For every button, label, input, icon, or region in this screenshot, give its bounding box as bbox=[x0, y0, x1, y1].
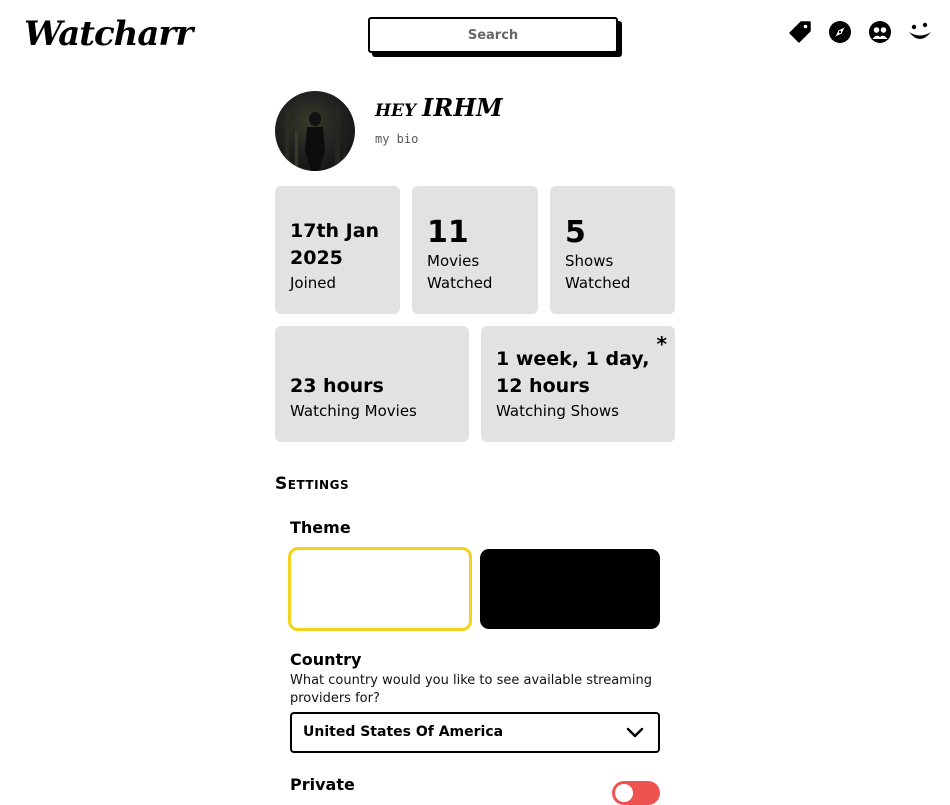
search-input[interactable] bbox=[368, 17, 618, 53]
theme-option-dark[interactable] bbox=[480, 549, 660, 629]
show-time-label: Watching Shows bbox=[496, 402, 619, 420]
toggle-knob bbox=[615, 784, 633, 802]
tag-icon[interactable] bbox=[788, 20, 812, 44]
shows-count: 5 bbox=[565, 215, 586, 250]
private-label: Private bbox=[290, 775, 355, 794]
avatar[interactable] bbox=[275, 91, 355, 171]
country-description: What country would you like to see avail… bbox=[290, 673, 652, 706]
theme-option-light[interactable] bbox=[288, 547, 472, 631]
greeting-prefix: HEY bbox=[375, 101, 417, 121]
joined-label: Joined bbox=[290, 274, 337, 292]
theme-label: Theme bbox=[290, 518, 351, 537]
private-toggle[interactable] bbox=[612, 781, 660, 805]
stat-card-movie-time: 23 hours Watching Movies bbox=[275, 326, 469, 442]
user-bio: my bio bbox=[375, 132, 419, 146]
face-icon[interactable] bbox=[908, 20, 932, 44]
shows-label: Shows Watched bbox=[565, 252, 631, 292]
username: IRHM bbox=[422, 93, 503, 122]
settings-heading: Settings bbox=[275, 474, 350, 494]
app-logo[interactable]: Watcharr bbox=[24, 12, 193, 56]
stat-card-movies: 11 Movies Watched bbox=[412, 186, 538, 314]
greeting: HEY IRHM bbox=[375, 93, 503, 122]
movie-time-label: Watching Movies bbox=[290, 402, 417, 420]
compass-icon[interactable] bbox=[828, 20, 852, 44]
header-nav bbox=[788, 20, 932, 44]
joined-date: 17th Jan 2025 bbox=[290, 220, 380, 269]
country-select-value: United States Of America bbox=[303, 724, 504, 740]
movies-count: 11 bbox=[427, 215, 469, 250]
avatar-image bbox=[285, 106, 346, 171]
country-select[interactable]: United States Of America bbox=[290, 712, 660, 753]
stat-card-shows: 5 Shows Watched bbox=[550, 186, 675, 314]
movies-label: Movies Watched bbox=[427, 252, 493, 292]
stat-card-joined: 17th Jan 2025 Joined bbox=[275, 186, 400, 314]
country-label: Country bbox=[290, 650, 362, 669]
search-box bbox=[368, 17, 622, 57]
people-icon[interactable] bbox=[868, 20, 892, 44]
chevron-down-icon bbox=[626, 727, 644, 738]
show-time-value: 1 week, 1 day, 12 hours bbox=[496, 348, 650, 397]
movie-time-value: 23 hours bbox=[290, 375, 384, 397]
stat-card-show-time: * 1 week, 1 day, 12 hours Watching Shows bbox=[481, 326, 675, 442]
